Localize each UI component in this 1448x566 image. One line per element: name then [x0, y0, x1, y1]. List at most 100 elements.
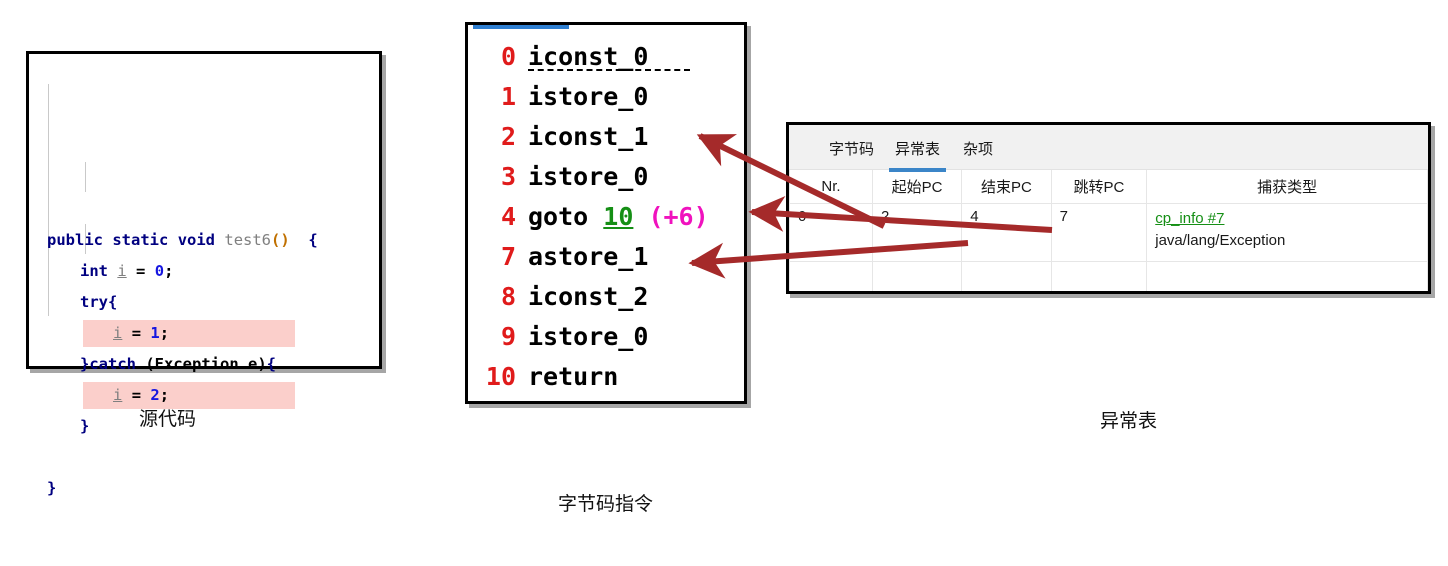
- source-code-line: i = 1;: [29, 318, 379, 349]
- code-token: }: [80, 355, 90, 373]
- source-code-line: i = 2;: [29, 380, 379, 411]
- active-tab-underline: [889, 168, 947, 172]
- source-code-panel: public static void test6() {int i = 0; tr…: [26, 51, 382, 497]
- exception-table-cell-start-pc: 2: [871, 203, 963, 262]
- exception-table-empty-row: [789, 261, 1428, 291]
- exception-table-column-header: 捕获类型: [1146, 170, 1428, 204]
- bytecode-instruction-row[interactable]: 2 iconst_1: [468, 117, 744, 157]
- catch-type-name: java/lang/Exception: [1155, 232, 1286, 249]
- code-token: test6: [224, 231, 272, 249]
- bytecode-instruction-row[interactable]: 1 istore_0: [468, 77, 744, 117]
- bytecode-instruction-row[interactable]: 8 iconst_2: [468, 277, 744, 317]
- caption-exception-table: 异常表: [1100, 411, 1158, 432]
- bytecode-panel: 0 iconst_0 1 istore_0 2 iconst_1 3 istore_0 4 got…: [465, 22, 747, 404]
- exception-table: Nr. 起始PC 结束PC 跳转PC 捕获类型 0 2 4 7 cp_info #7 java/l…: [789, 170, 1428, 291]
- exception-table-column-header: Nr.: [789, 170, 873, 204]
- code-token: int: [80, 262, 108, 280]
- bytecode-offset-number: 8: [500, 282, 516, 311]
- source-code-line: try{: [29, 287, 379, 318]
- exception-table-empty-cell: [1050, 261, 1148, 291]
- bytecode-opcode: iconst_1: [528, 122, 649, 151]
- bytecode-instruction-row[interactable]: 10 return: [468, 357, 744, 397]
- exception-table-empty-cell: [961, 261, 1052, 291]
- bytecode-selection-underline: [528, 69, 690, 71]
- bytecode-relative-offset: (+6): [648, 202, 709, 231]
- exception-table-header-row: Nr. 起始PC 结束PC 跳转PC 捕获类型: [789, 170, 1428, 204]
- bytecode-opcode: astore_1: [528, 242, 649, 271]
- code-token: (Exception e): [136, 355, 267, 373]
- bytecode-instruction-row[interactable]: 7 astore_1: [468, 237, 744, 277]
- code-token: =: [136, 262, 146, 280]
- cp-info-link[interactable]: cp_info #7: [1155, 208, 1419, 230]
- code-token: {: [266, 355, 277, 373]
- bytecode-opcode: istore_0: [528, 322, 649, 351]
- bytecode-offset-number: 7: [500, 242, 516, 271]
- caption-bytecode-instructions: 字节码指令: [558, 494, 654, 515]
- code-token: {: [108, 293, 118, 311]
- code-token: void: [177, 231, 216, 249]
- bytecode-opcode: istore_0: [528, 162, 649, 191]
- bytecode-tab-indicator: [468, 25, 744, 31]
- source-code-area: public static void test6() {int i = 0; tr…: [29, 54, 379, 566]
- code-token: ;: [159, 324, 170, 342]
- source-code-line: }: [29, 473, 379, 504]
- exception-table-column-header: 结束PC: [961, 170, 1052, 204]
- bytecode-instruction-row[interactable]: 4 goto 10 (+6): [468, 197, 744, 237]
- caption-source-code: 源代码: [139, 409, 197, 430]
- code-token: catch: [89, 355, 137, 373]
- code-token: i: [113, 386, 123, 404]
- source-code-lines: public static void test6() {int i = 0; tr…: [29, 225, 379, 504]
- exception-table-empty-cell: [789, 261, 873, 291]
- exception-table-column-header: 跳转PC: [1050, 170, 1148, 204]
- code-token: =: [131, 386, 142, 404]
- exception-panel-tab[interactable]: 字节码: [827, 135, 876, 162]
- code-token: {: [308, 231, 318, 249]
- exception-table-row[interactable]: 0 2 4 7 cp_info #7 java/lang/Exception: [789, 203, 1428, 262]
- bytecode-jump-target-link[interactable]: 10: [603, 202, 633, 231]
- bytecode-offset-number: 2: [500, 122, 516, 151]
- exception-panel-tabbar: 字节码 异常表 杂项: [789, 125, 1428, 172]
- exception-panel-tab-label: 字节码: [829, 141, 875, 158]
- bytecode-active-tab-bar: [473, 25, 569, 29]
- bytecode-opcode: goto: [528, 202, 589, 231]
- bytecode-instruction-row[interactable]: 9 istore_0: [468, 317, 744, 357]
- code-token: try: [80, 293, 108, 311]
- source-code-line: [29, 442, 379, 473]
- code-token: static: [112, 231, 169, 249]
- exception-table-empty-cell: [871, 261, 963, 291]
- exception-panel-tab[interactable]: 杂项: [961, 135, 995, 162]
- bytecode-opcode: iconst_2: [528, 282, 649, 311]
- exception-panel-tab-label: 杂项: [963, 141, 994, 158]
- code-token: }: [80, 417, 90, 435]
- bytecode-offset-number: 4: [500, 202, 516, 231]
- exception-table-cell-end-pc: 4: [961, 203, 1052, 262]
- bytecode-instruction-row[interactable]: 0 iconst_0: [468, 37, 744, 77]
- exception-table-column-header: 起始PC: [871, 170, 963, 204]
- code-token: ;: [164, 262, 174, 280]
- bytecode-instruction-list: 0 iconst_0 1 istore_0 2 iconst_1 3 istore_0 4 got…: [468, 25, 744, 397]
- code-token: ;: [159, 386, 170, 404]
- bytecode-offset-number: 3: [500, 162, 516, 191]
- bytecode-offset-number: 10: [485, 362, 516, 391]
- exception-panel-tab[interactable]: 异常表: [889, 135, 947, 172]
- exception-table-cell-handler-pc: 7: [1050, 203, 1148, 262]
- code-token: (): [271, 231, 290, 249]
- code-token: i: [113, 324, 123, 342]
- code-token: public: [47, 231, 103, 249]
- code-token: 1: [150, 324, 160, 342]
- code-token: 0: [154, 262, 165, 280]
- bytecode-instruction-row[interactable]: 3 istore_0: [468, 157, 744, 197]
- bytecode-opcode: iconst_0: [528, 42, 649, 71]
- code-token: 2: [150, 386, 160, 404]
- source-code-line: public static void test6() {: [29, 225, 379, 256]
